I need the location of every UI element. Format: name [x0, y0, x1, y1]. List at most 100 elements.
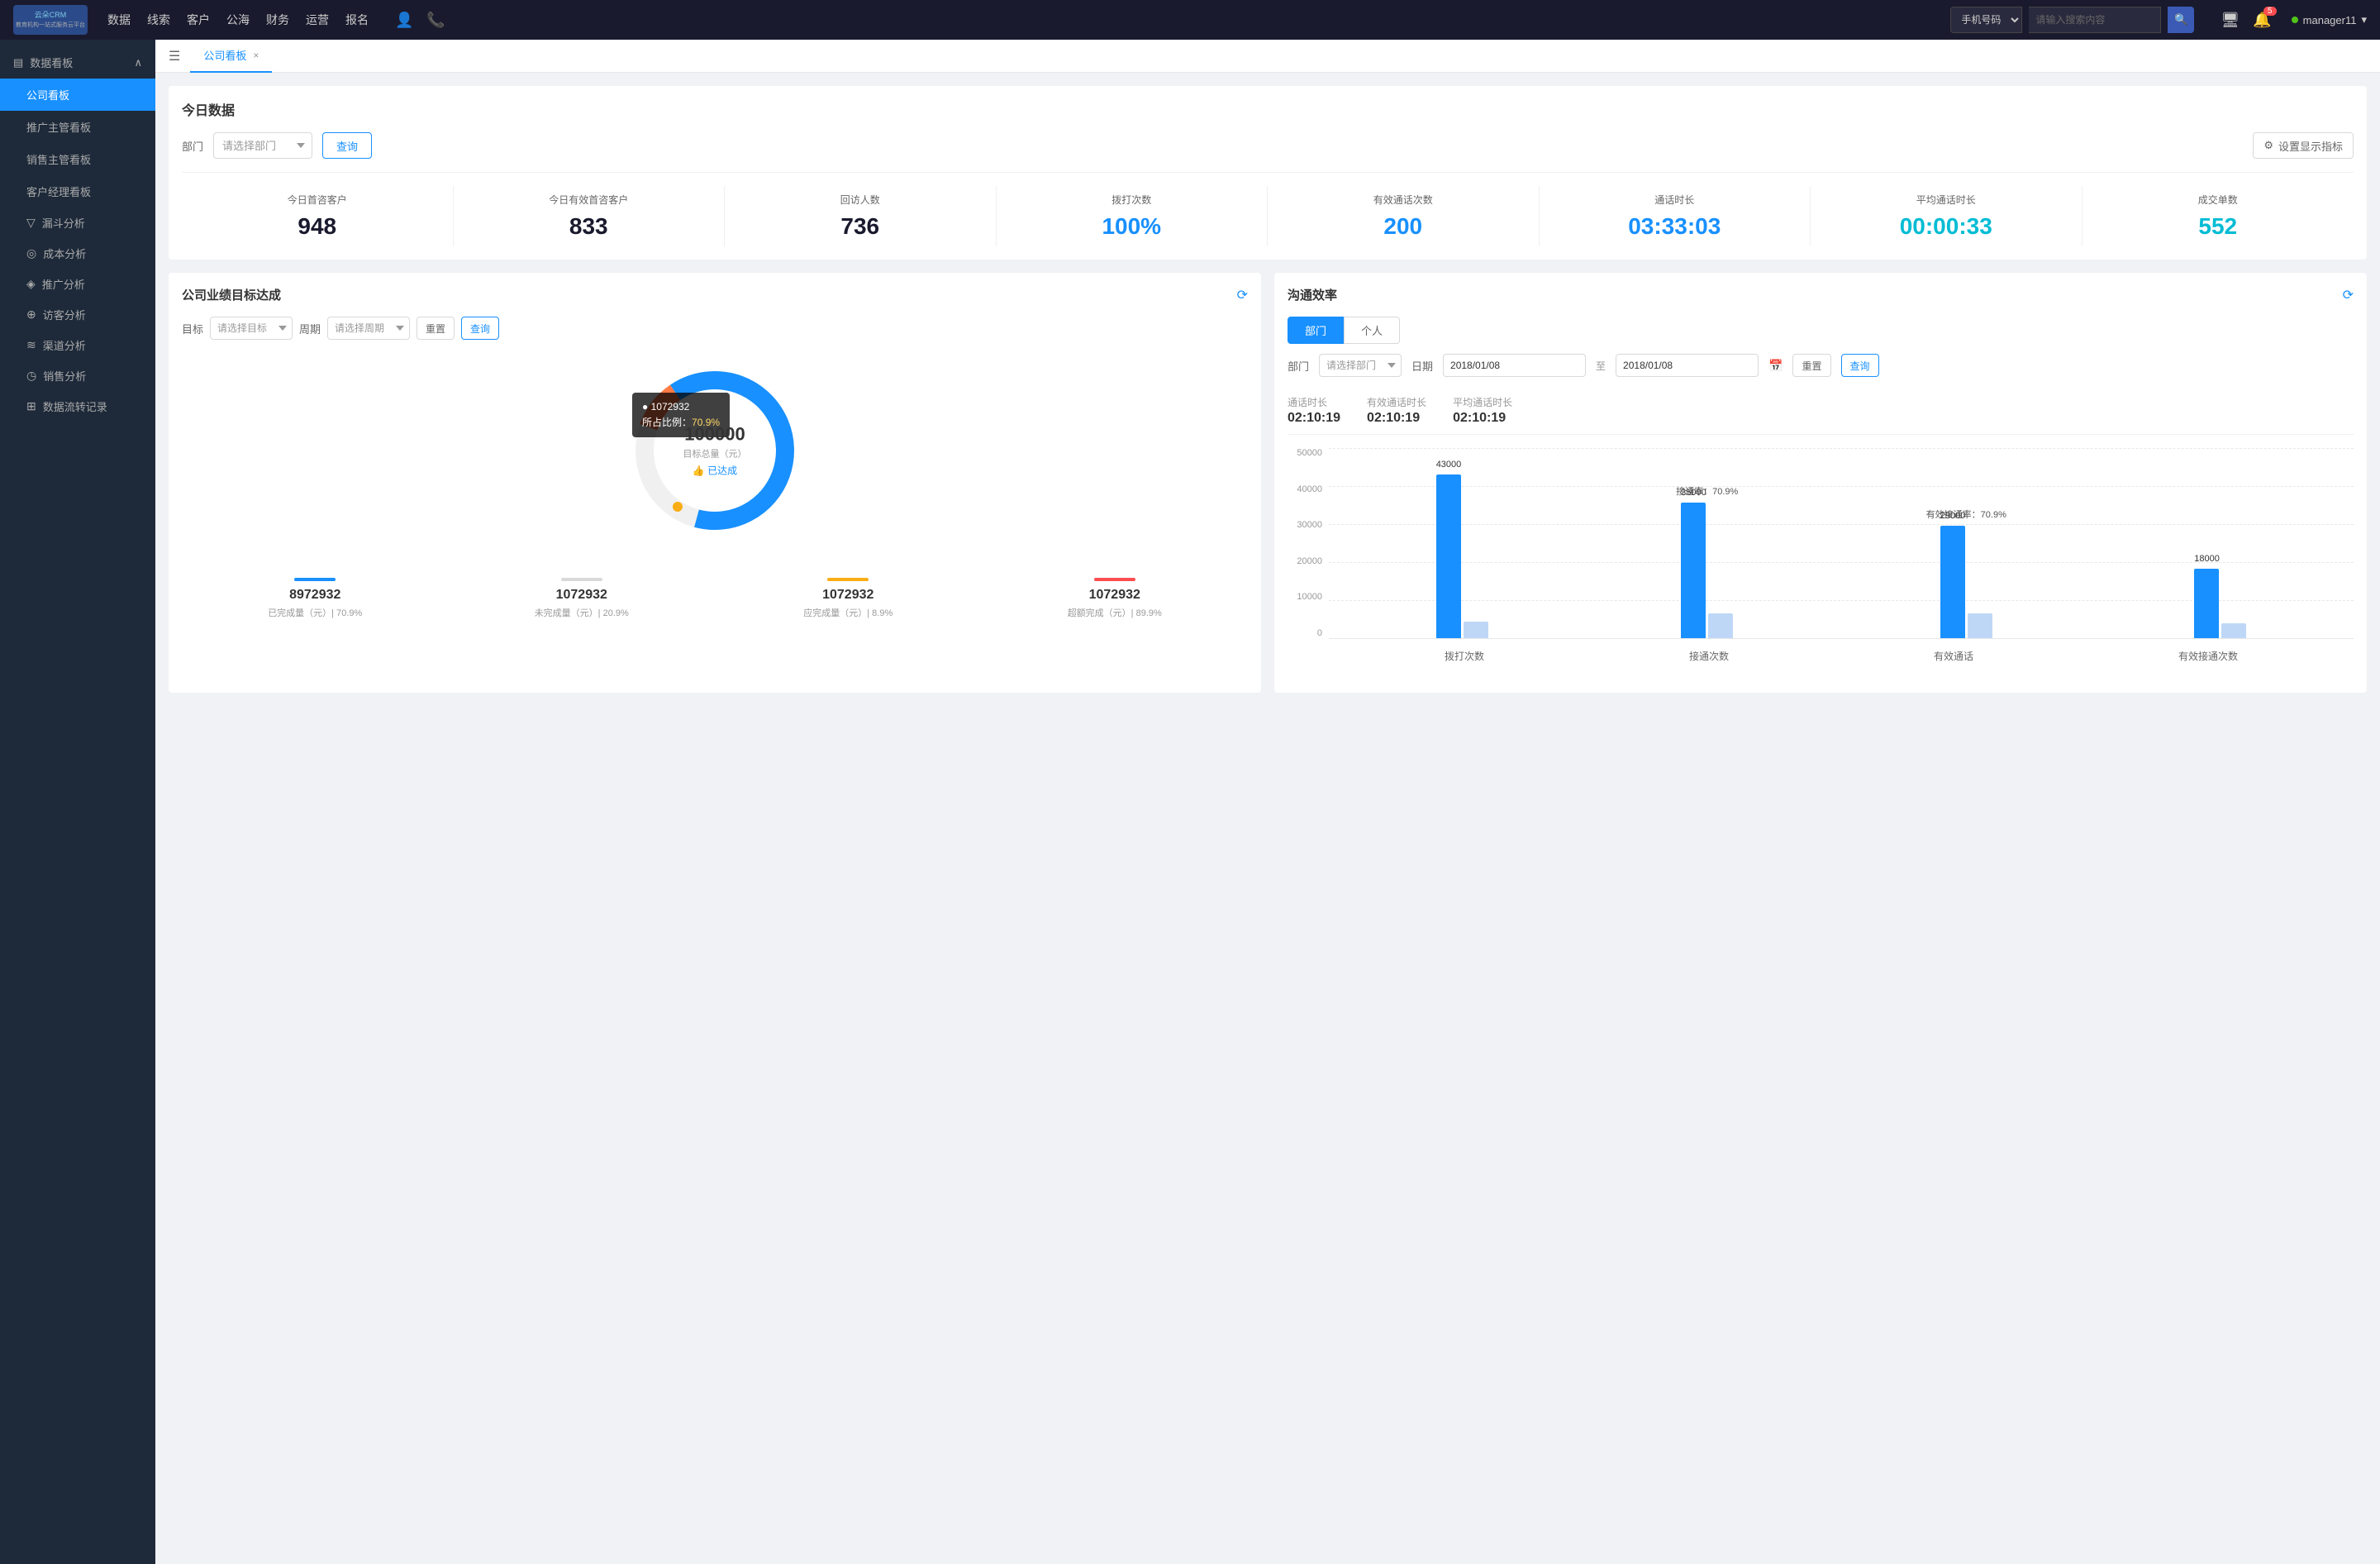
person-icon[interactable]: 👤	[395, 12, 413, 29]
calendar-icon[interactable]: 📅	[1768, 359, 1783, 373]
monitor-icon[interactable]: 🖥	[2221, 12, 2240, 29]
nav-leads[interactable]: 线索	[147, 8, 170, 31]
bell-icon[interactable]: 🔔 5	[2253, 12, 2271, 29]
stat-dial-value: 100%	[1000, 213, 1264, 240]
dataflow-icon: ⊞	[26, 399, 36, 413]
comm-tabs: 部门 个人	[1288, 317, 2354, 344]
sidebar-item-sales-board[interactable]: 销售主管看板	[0, 143, 155, 175]
comm-date-label: 日期	[1411, 358, 1433, 374]
sidebar-header-dashboard[interactable]: ▤ 数据看板 ∧	[0, 46, 155, 79]
comm-tab-dept[interactable]: 部门	[1288, 317, 1344, 344]
sidebar-item-data-flow[interactable]: ⊞ 数据流转记录	[0, 391, 155, 422]
promo-icon: ◈	[26, 277, 36, 291]
business-query-button[interactable]: 查询	[461, 317, 499, 340]
sales-board-label: 销售主管看板	[26, 151, 91, 167]
nav-register[interactable]: 报名	[345, 8, 369, 31]
active-item-label: 公司看板	[26, 87, 69, 103]
comm-query-button[interactable]: 查询	[1841, 354, 1879, 377]
target-select[interactable]: 请选择目标	[210, 317, 293, 340]
sidebar-item-promo[interactable]: ◈ 推广分析	[0, 269, 155, 299]
nav-public[interactable]: 公海	[226, 8, 250, 31]
refresh-icon[interactable]: ⟳	[1237, 287, 1248, 303]
bstat-should-complete: 1072932 应完成量（元）| 8.9%	[715, 568, 982, 629]
business-panel-title: 公司业绩目标达成	[182, 286, 281, 303]
settings-button[interactable]: ⚙ 设置显示指标	[2253, 132, 2354, 159]
bars-row: 43000 接通率：70.9%	[1329, 448, 2354, 638]
stat-deals-label: 成交单数	[2086, 193, 2351, 207]
search-type-select[interactable]: 手机号码	[1950, 7, 2022, 33]
donut-achieved: 👍 已达成	[683, 464, 747, 478]
stat-avg-duration-value: 00:00:33	[1814, 213, 2078, 240]
stat-effective-calls-label: 有效通话次数	[1271, 193, 1535, 207]
comm-dept-select[interactable]: 请选择部门	[1319, 354, 1402, 377]
tab-company-board[interactable]: 公司看板 ×	[190, 40, 272, 73]
stat-avg-duration-label: 平均通话时长	[1814, 193, 2078, 207]
comm-date-from[interactable]	[1443, 354, 1586, 377]
stats-grid: 今日首咨客户 948 今日有效首咨客户 833 回访人数 736 拨打次数 10…	[182, 172, 2354, 246]
chevron-up-icon: ∧	[134, 56, 142, 69]
bar-eff-connect-main[interactable]: 18000	[2194, 569, 2219, 638]
phone-icon[interactable]: 📞	[426, 12, 445, 29]
stat-effective-calls: 有效通话次数 200	[1268, 186, 1540, 246]
search-input[interactable]	[2029, 7, 2161, 33]
bar-connect-main[interactable]: 35000	[1681, 503, 1706, 638]
tab-close-icon[interactable]: ×	[253, 50, 259, 61]
y-label-30000: 30000	[1288, 520, 1329, 530]
comm-refresh-icon[interactable]: ⟳	[2343, 287, 2354, 303]
sidebar-item-funnel[interactable]: ▽ 漏斗分析	[0, 207, 155, 238]
sidebar-item-channel[interactable]: ≋ 渠道分析	[0, 330, 155, 360]
bar-eff-connect-label-top: 18000	[2194, 554, 2219, 564]
bar-connect-fill	[1681, 503, 1706, 638]
search-button[interactable]: 🔍	[2168, 7, 2194, 33]
bar-connect-label-top: 35000	[1681, 488, 1706, 498]
sidebar-item-cost[interactable]: ◎ 成本分析	[0, 238, 155, 269]
stat-call-duration-label: 通话时长	[1543, 193, 1807, 207]
visitor-icon: ⊕	[26, 308, 36, 322]
promo-label: 推广分析	[42, 276, 85, 292]
comm-reset-button[interactable]: 重置	[1792, 354, 1830, 377]
bar-dial-main[interactable]: 43000	[1436, 474, 1461, 638]
y-label-40000: 40000	[1288, 484, 1329, 494]
sidebar-item-company-board[interactable]: 公司看板	[0, 79, 155, 111]
stat-revisit: 回访人数 736	[725, 186, 997, 246]
comm-panel-title: 沟通效率	[1288, 286, 1337, 303]
bar-effective-main[interactable]: 29000	[1940, 526, 1965, 638]
comm-date-to[interactable]	[1616, 354, 1759, 377]
stat-revisit-value: 736	[728, 213, 992, 240]
bstat-should-label: 应完成量（元）| 8.9%	[721, 606, 975, 619]
sidebar-item-promo-board[interactable]: 推广主管看板	[0, 111, 155, 143]
bstat-over-value: 1072932	[988, 588, 1242, 603]
period-select[interactable]: 请选择周期	[327, 317, 410, 340]
nav-ops[interactable]: 运营	[306, 8, 329, 31]
sidebar-toggle-button[interactable]: ☰	[169, 48, 180, 64]
nav-data[interactable]: 数据	[107, 8, 131, 31]
sidebar-item-visitor[interactable]: ⊕ 访客分析	[0, 299, 155, 330]
sidebar-item-manager-board[interactable]: 客户经理看板	[0, 175, 155, 207]
cost-label: 成本分析	[43, 246, 86, 261]
bar-chart-inner: 50000 40000 30000 20000 10000 0	[1288, 448, 2354, 663]
comm-tab-personal[interactable]: 个人	[1344, 317, 1400, 344]
business-reset-button[interactable]: 重置	[416, 317, 455, 340]
nav-finance[interactable]: 财务	[266, 8, 289, 31]
top-nav: 云朵CRM教育机构一站式服务云平台 数据 线索 客户 公海 财务 运营 报名 👤…	[0, 0, 2380, 40]
x-label-eff-connect: 有效接通次数	[2178, 649, 2238, 663]
today-query-button[interactable]: 查询	[322, 132, 372, 159]
bstat-incomplete-label: 未完成量（元）| 20.9%	[455, 606, 709, 619]
sidebar-item-sales-analysis[interactable]: ◷ 销售分析	[0, 360, 155, 391]
effective-rate-label: 有效接通率：70.9%	[1926, 508, 2006, 521]
stat-deals: 成交单数 552	[2082, 186, 2354, 246]
sidebar-section-dashboard: ▤ 数据看板 ∧ 公司看板 推广主管看板 销售主管看板 客户经理看板 ▽ 漏斗分…	[0, 40, 155, 428]
bar-pair-eff-connect: 18000	[2194, 569, 2246, 638]
nav-customers[interactable]: 客户	[187, 8, 210, 31]
bar-effective-light	[1968, 613, 1992, 638]
bstat-should-value: 1072932	[721, 588, 975, 603]
stats-filter-bar: 部门 请选择部门 查询 ⚙ 设置显示指标	[182, 132, 2354, 159]
dept-filter-select[interactable]: 请选择部门	[213, 132, 312, 159]
search-bar: 手机号码 🔍	[1950, 7, 2194, 33]
stat-revisit-label: 回访人数	[728, 193, 992, 207]
comm-call-duration: 通话时长 02:10:19	[1288, 395, 1340, 426]
bar-effective-fill	[1940, 526, 1965, 638]
donut-center: 100000 目标总量（元） 👍 已达成	[683, 424, 747, 478]
user-info[interactable]: manager11 ▾	[2292, 13, 2367, 26]
comm-call-duration-value: 02:10:19	[1288, 411, 1340, 426]
